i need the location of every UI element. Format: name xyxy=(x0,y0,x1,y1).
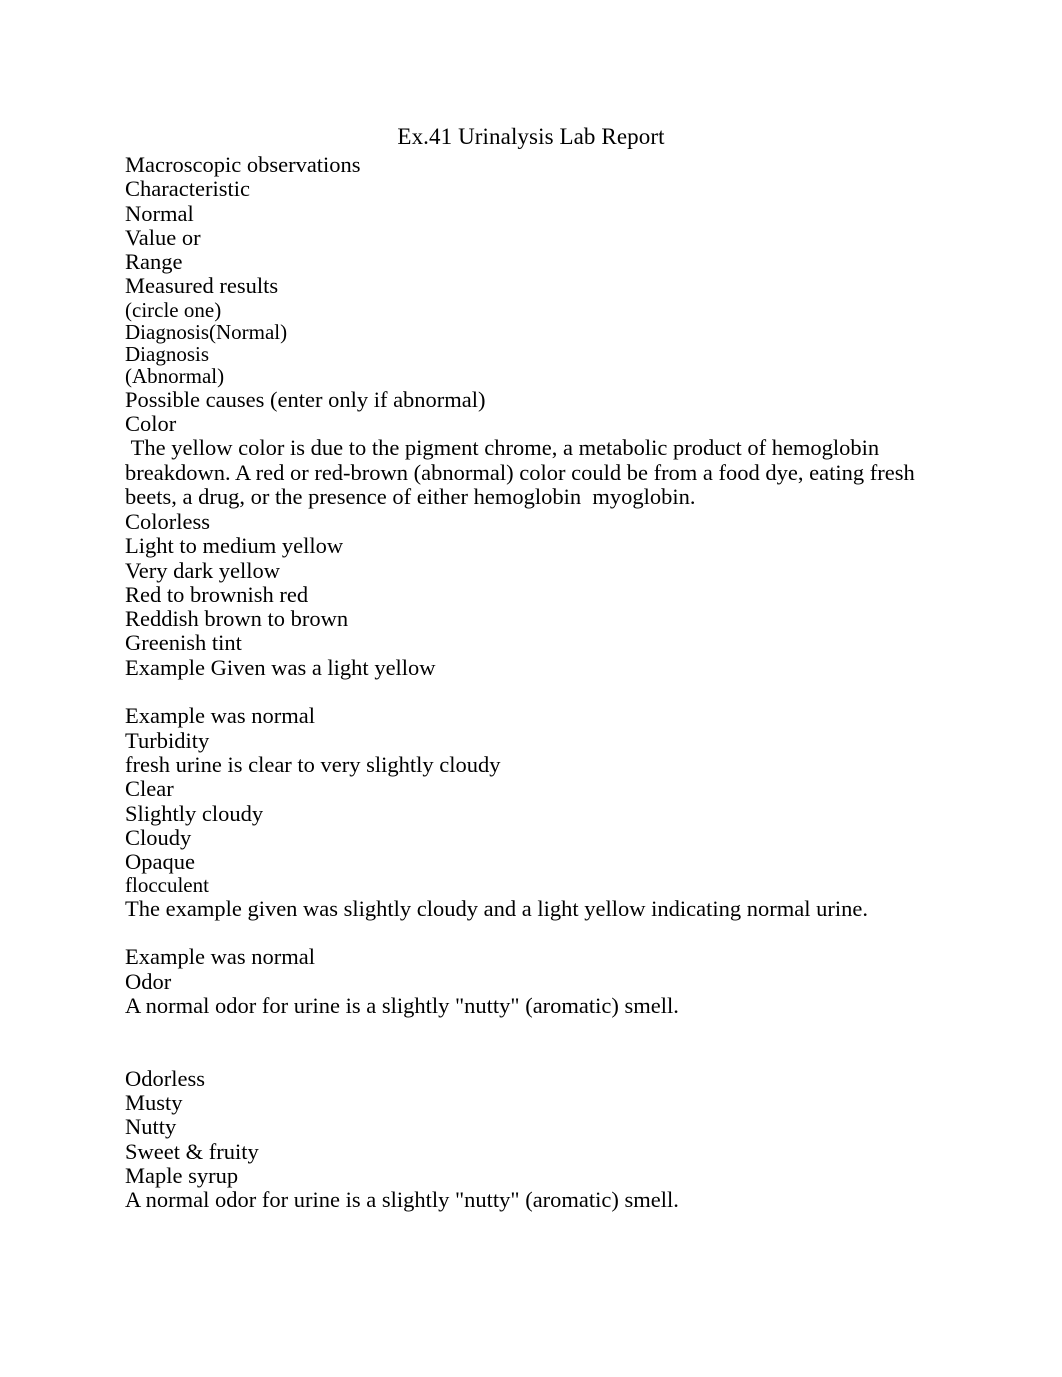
body-line: Reddish brown to brown xyxy=(125,606,349,632)
body-line: Red to brownish red xyxy=(125,581,309,607)
body-line: Example was normal xyxy=(125,703,315,729)
body-line: Clear xyxy=(125,776,174,802)
body-line: Normal xyxy=(125,200,194,226)
body-line: (circle one) xyxy=(125,297,222,322)
body-line: Diagnosis(Normal) xyxy=(125,319,288,344)
body-line: Example Given was a light yellow xyxy=(125,654,436,680)
body-line: Characteristic xyxy=(125,176,250,202)
body-line: Macroscopic observations xyxy=(125,152,361,177)
body-line: Maple syrup xyxy=(125,1162,239,1188)
body-line: Example was normal xyxy=(125,944,315,970)
body-line: Very dark yellow xyxy=(125,557,280,583)
body-line: Measured results xyxy=(125,273,279,299)
body-line: flocculent xyxy=(125,873,209,898)
body-line: (Abnormal) xyxy=(125,364,225,389)
body-line: The example given was slightly cloudy an… xyxy=(125,895,868,921)
body-line: Possible causes (enter only if abnormal) xyxy=(125,386,486,412)
body-line: Odorless xyxy=(125,1065,205,1091)
body-line: fresh urine is clear to very slightly cl… xyxy=(125,751,501,777)
body-line: Value or xyxy=(125,224,201,250)
body-line: Greenish tint xyxy=(125,630,242,656)
page-title: Ex.41 Urinalysis Lab Report xyxy=(397,124,665,149)
body-line: Cloudy xyxy=(125,824,192,850)
body-line: A normal odor for urine is a slightly "n… xyxy=(125,992,679,1018)
document-page: Ex.41 Urinalysis Lab Report Macroscopic … xyxy=(0,0,1062,1377)
body-line: A normal odor for urine is a slightly "n… xyxy=(125,1187,679,1213)
body-paragraph: The yellow color is due to the pigment c… xyxy=(125,435,921,510)
body-line: Diagnosis xyxy=(125,342,209,367)
body-line: Opaque xyxy=(125,849,195,875)
document-body: Macroscopic observations Characteristic No… xyxy=(125,152,925,1213)
body-line: Slightly cloudy xyxy=(125,800,264,826)
body-line: Color xyxy=(125,410,177,436)
body-line: Range xyxy=(125,249,183,275)
body-line: Light to medium yellow xyxy=(125,533,344,559)
body-line: Turbidity xyxy=(125,727,210,753)
body-line: Colorless xyxy=(125,508,211,534)
body-line: Nutty xyxy=(125,1114,177,1140)
body-line: Musty xyxy=(125,1090,183,1115)
body-line: Sweet & fruity xyxy=(125,1138,259,1164)
body-line: Odor xyxy=(125,968,172,994)
